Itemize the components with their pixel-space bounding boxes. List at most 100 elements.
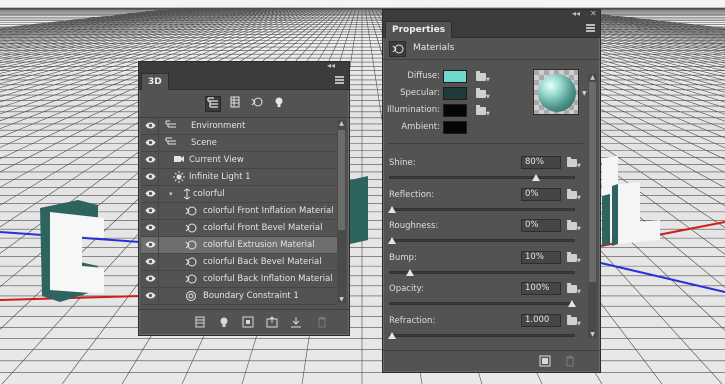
color-swatch[interactable] [443,121,467,134]
scene-row[interactable]: Scene [141,135,337,152]
slider-track[interactable] [389,176,575,179]
slider-label: Opacity: [389,284,424,294]
render-preview-icon[interactable] [538,355,552,369]
slider-value-input[interactable]: 0% [521,219,561,232]
color-label: Illumination: [386,105,440,115]
visibility-eye-icon[interactable] [141,271,159,287]
scene-row[interactable]: Current View [141,152,337,169]
export-icon[interactable] [265,316,279,330]
scroll-up-icon[interactable]: ▲ [588,74,597,81]
slider-label: Reflection: [389,189,435,200]
color-swatch[interactable] [443,70,467,83]
tab-3d[interactable]: 3D [141,73,169,90]
folder-icon[interactable]: ▼ [567,188,581,200]
folder-icon[interactable]: ▼ [476,71,490,83]
slider-track[interactable] [389,270,575,274]
slider-value-input[interactable]: 1.000 [521,313,561,327]
slider-track[interactable] [389,207,575,211]
visibility-eye-icon[interactable] [141,254,159,270]
visibility-eye-icon[interactable] [141,203,159,219]
folder-icon[interactable]: ▼ [567,314,581,326]
mesh-filter-icon[interactable] [227,96,243,112]
materials-icon[interactable] [389,41,406,57]
folder-icon[interactable]: ▼ [476,105,490,117]
3d-viewport[interactable] [0,0,725,384]
material-preview[interactable] [533,69,579,115]
scene-row[interactable]: ▾ colorful [141,186,337,203]
color-swatch[interactable] [443,104,467,117]
delete-icon[interactable] [563,355,577,369]
scrollbar-thumb[interactable] [589,82,596,282]
color-swatch[interactable] [443,87,467,100]
scene-row[interactable]: colorful Extrusion Material [141,237,337,254]
scene-row[interactable]: colorful Back Inflation Material [141,271,337,288]
collapse-icon[interactable]: ◂◂ [572,9,580,19]
scroll-up-icon[interactable]: ▲ [337,120,346,127]
expand-chevron-icon[interactable]: ▾ [169,186,173,202]
scene-scrollbar[interactable]: ▲ ▼ [337,120,346,303]
slider-track[interactable] [389,333,575,337]
slider-label: Shine: [389,158,416,168]
panel-menu-icon[interactable] [335,76,344,84]
scene-row[interactable]: Boundary Constraint 1 [141,288,337,305]
scene-row[interactable]: colorful Back Bevel Material [141,254,337,271]
scene-row-label: colorful Extrusion Material [203,240,315,250]
slider-thumb[interactable] [532,174,540,181]
new-object-icon[interactable] [241,316,255,330]
scene-filter-icon[interactable] [205,96,221,112]
visibility-eye-icon[interactable] [141,288,159,304]
panel-3d-titlebar[interactable]: ◂◂ [139,61,349,72]
scene-row[interactable]: colorful Front Inflation Material [141,203,337,220]
scene-row[interactable]: Infinite Light 1 [141,169,337,186]
folder-icon[interactable]: ▼ [567,251,581,263]
slider-thumb[interactable] [388,331,396,339]
slider-value-input[interactable]: 10% [521,250,561,264]
slider-row-reflection: Reflection: 0% ▼ [388,187,585,221]
render-icon[interactable] [193,316,207,330]
slider-track[interactable] [389,239,575,242]
panel-menu-icon[interactable] [586,24,595,32]
scroll-down-icon[interactable]: ▼ [337,296,346,303]
slider-track[interactable] [389,302,575,305]
slider-thumb[interactable] [388,237,396,244]
filter-bar [139,90,349,118]
visibility-eye-icon[interactable] [141,169,159,185]
slider-thumb[interactable] [568,300,576,307]
scene-row[interactable]: colorful Front Bevel Material [141,220,337,237]
properties-scrollbar[interactable]: ▲ ▼ [588,74,597,338]
visibility-eye-icon[interactable] [141,220,159,236]
folder-icon[interactable]: ▼ [476,88,490,100]
slider-thumb[interactable] [406,268,414,276]
color-label: Diffuse: [407,71,440,81]
preview-dropdown-icon[interactable]: ▼ [582,90,587,97]
slider-row-opacity: Opacity: 100% ▼ [389,282,585,315]
constraint-icon [185,290,197,305]
slider-row-bump: Bump: 10% ▼ [389,250,585,284]
tab-properties[interactable]: Properties [385,21,453,38]
move-to-ground-icon[interactable] [289,316,303,330]
panel-props-titlebar[interactable]: ◂◂ ✕ [383,9,600,20]
add-light-icon[interactable] [217,316,231,330]
slider-row-roughness: Roughness: 0% ▼ [388,219,585,252]
light-filter-icon[interactable] [271,96,287,112]
collapse-icon[interactable]: ◂◂ [327,61,335,71]
material-filter-icon[interactable] [249,96,265,112]
visibility-eye-icon[interactable] [141,118,159,134]
close-icon[interactable]: ✕ [590,9,597,19]
visibility-eye-icon[interactable] [141,186,159,202]
scene-row[interactable]: Environment [141,118,337,135]
folder-icon[interactable]: ▼ [567,283,581,295]
slider-value-input[interactable]: 0% [521,187,561,201]
visibility-eye-icon[interactable] [141,135,159,151]
slider-value-input[interactable]: 80% [521,156,561,169]
slider-value-input[interactable]: 100% [521,282,561,295]
color-label: Specular: [400,88,440,98]
scroll-down-icon[interactable]: ▼ [588,331,597,338]
slider-thumb[interactable] [388,205,396,213]
folder-icon[interactable]: ▼ [567,157,581,169]
scrollbar-thumb[interactable] [338,130,345,230]
visibility-eye-icon[interactable] [141,237,159,253]
delete-icon[interactable] [315,316,329,330]
folder-icon[interactable]: ▼ [567,220,581,232]
visibility-eye-icon[interactable] [141,152,159,168]
